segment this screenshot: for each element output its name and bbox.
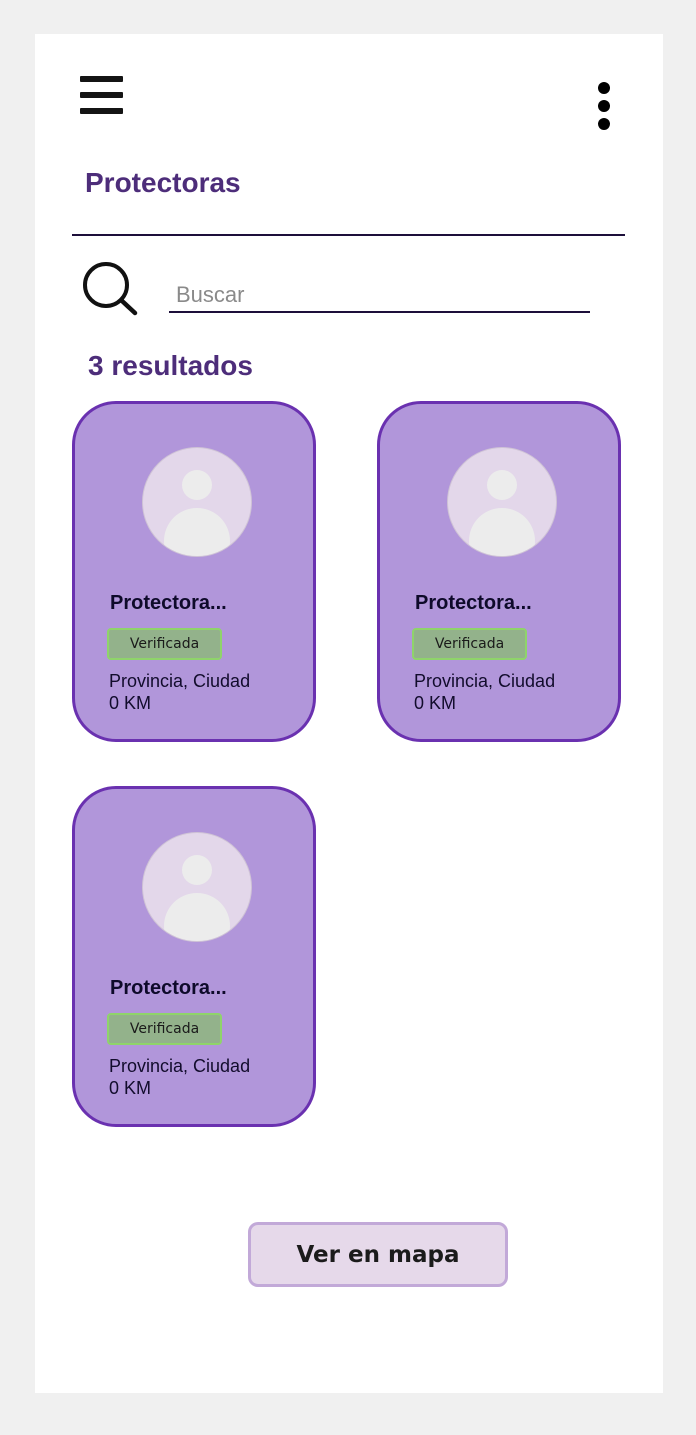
card-location: Provincia, Ciudad — [109, 671, 251, 691]
verified-badge: Verificada — [107, 628, 222, 660]
card-location: Provincia, Ciudad — [109, 1056, 251, 1076]
card-name: Protectora... — [415, 592, 532, 614]
verified-badge: Verificada — [412, 628, 527, 660]
protectora-card[interactable]: Protectora... Verificada Provincia, Ciud… — [72, 401, 316, 742]
results-count: 3 resultados — [88, 350, 253, 381]
card-distance: 0 KM — [414, 693, 457, 713]
user-avatar-icon — [142, 832, 252, 942]
view-map-button[interactable]: Ver en mapa — [248, 1222, 508, 1287]
user-avatar-icon — [447, 447, 557, 557]
card-name: Protectora... — [110, 592, 227, 614]
search-icon[interactable] — [81, 260, 139, 318]
user-avatar-icon — [142, 447, 252, 557]
protectora-card[interactable]: Protectora... Verificada Provincia, Ciud… — [72, 786, 316, 1127]
protectora-card[interactable]: Protectora... Verificada Provincia, Ciud… — [377, 401, 621, 742]
card-location: Provincia, Ciudad — [414, 671, 556, 691]
verified-badge: Verificada — [107, 1013, 222, 1045]
card-name: Protectora... — [110, 977, 227, 999]
card-distance: 0 KM — [109, 1078, 152, 1098]
search-input[interactable] — [169, 279, 590, 313]
hamburger-menu-icon[interactable] — [80, 76, 123, 114]
card-distance: 0 KM — [109, 693, 152, 713]
title-divider — [72, 234, 625, 236]
page-title: Protectoras — [85, 167, 241, 198]
app-screen: Protectoras 3 resultados Protectora... V… — [35, 34, 663, 1393]
kebab-more-icon[interactable] — [592, 80, 616, 132]
